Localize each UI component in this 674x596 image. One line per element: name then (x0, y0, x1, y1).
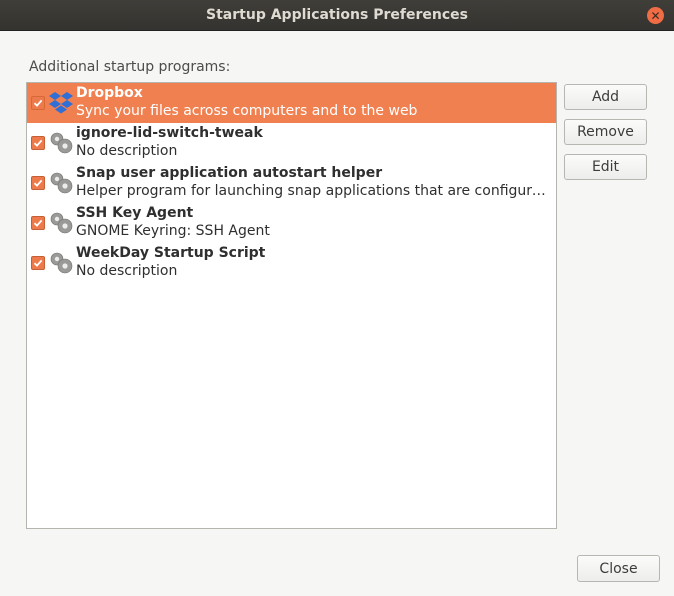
checkmark-icon (33, 99, 43, 107)
edit-button[interactable]: Edit (564, 154, 647, 180)
remove-button[interactable]: Remove (564, 119, 647, 145)
gears-icon (48, 210, 74, 236)
program-name: Dropbox (76, 85, 143, 101)
program-name: WeekDay Startup Script (76, 245, 266, 261)
window-title: Startup Applications Preferences (206, 7, 468, 23)
program-name: Snap user application autostart helper (76, 165, 383, 181)
dropbox-icon (48, 90, 74, 116)
program-description: Helper program for launching snap applic… (76, 183, 552, 199)
enable-checkbox[interactable] (31, 96, 45, 110)
program-description: Sync your files across computers and to … (76, 103, 418, 119)
gears-icon (48, 170, 74, 196)
gears-icon (48, 250, 74, 276)
program-name: SSH Key Agent (76, 205, 194, 221)
enable-checkbox[interactable] (31, 176, 45, 190)
title-bar[interactable]: Startup Applications Preferences ✕ (0, 0, 674, 31)
close-icon: ✕ (650, 8, 661, 23)
checkmark-icon (33, 259, 43, 267)
gears-icon (48, 130, 74, 156)
list-item[interactable]: SSH Key Agent GNOME Keyring: SSH Agent (27, 203, 556, 243)
program-description: No description (76, 263, 178, 279)
list-label: Additional startup programs: (29, 59, 231, 75)
list-item[interactable]: WeekDay Startup Script No description (27, 243, 556, 283)
add-button[interactable]: Add (564, 84, 647, 110)
enable-checkbox[interactable] (31, 256, 45, 270)
startup-programs-list[interactable]: Dropbox Sync your files across computers… (26, 82, 557, 529)
checkmark-icon (33, 179, 43, 187)
list-item[interactable]: Snap user application autostart helper H… (27, 163, 556, 203)
enable-checkbox[interactable] (31, 216, 45, 230)
program-name: ignore-lid-switch-tweak (76, 125, 263, 141)
checkmark-icon (33, 139, 43, 147)
checkmark-icon (33, 219, 43, 227)
list-item[interactable]: Dropbox Sync your files across computers… (27, 83, 556, 123)
window-close-button[interactable]: ✕ (647, 7, 664, 24)
close-button[interactable]: Close (577, 555, 660, 582)
enable-checkbox[interactable] (31, 136, 45, 150)
program-description: No description (76, 143, 178, 159)
startup-applications-window: Startup Applications Preferences ✕ Addit… (0, 0, 674, 596)
program-description: GNOME Keyring: SSH Agent (76, 223, 270, 239)
list-item[interactable]: ignore-lid-switch-tweak No description (27, 123, 556, 163)
